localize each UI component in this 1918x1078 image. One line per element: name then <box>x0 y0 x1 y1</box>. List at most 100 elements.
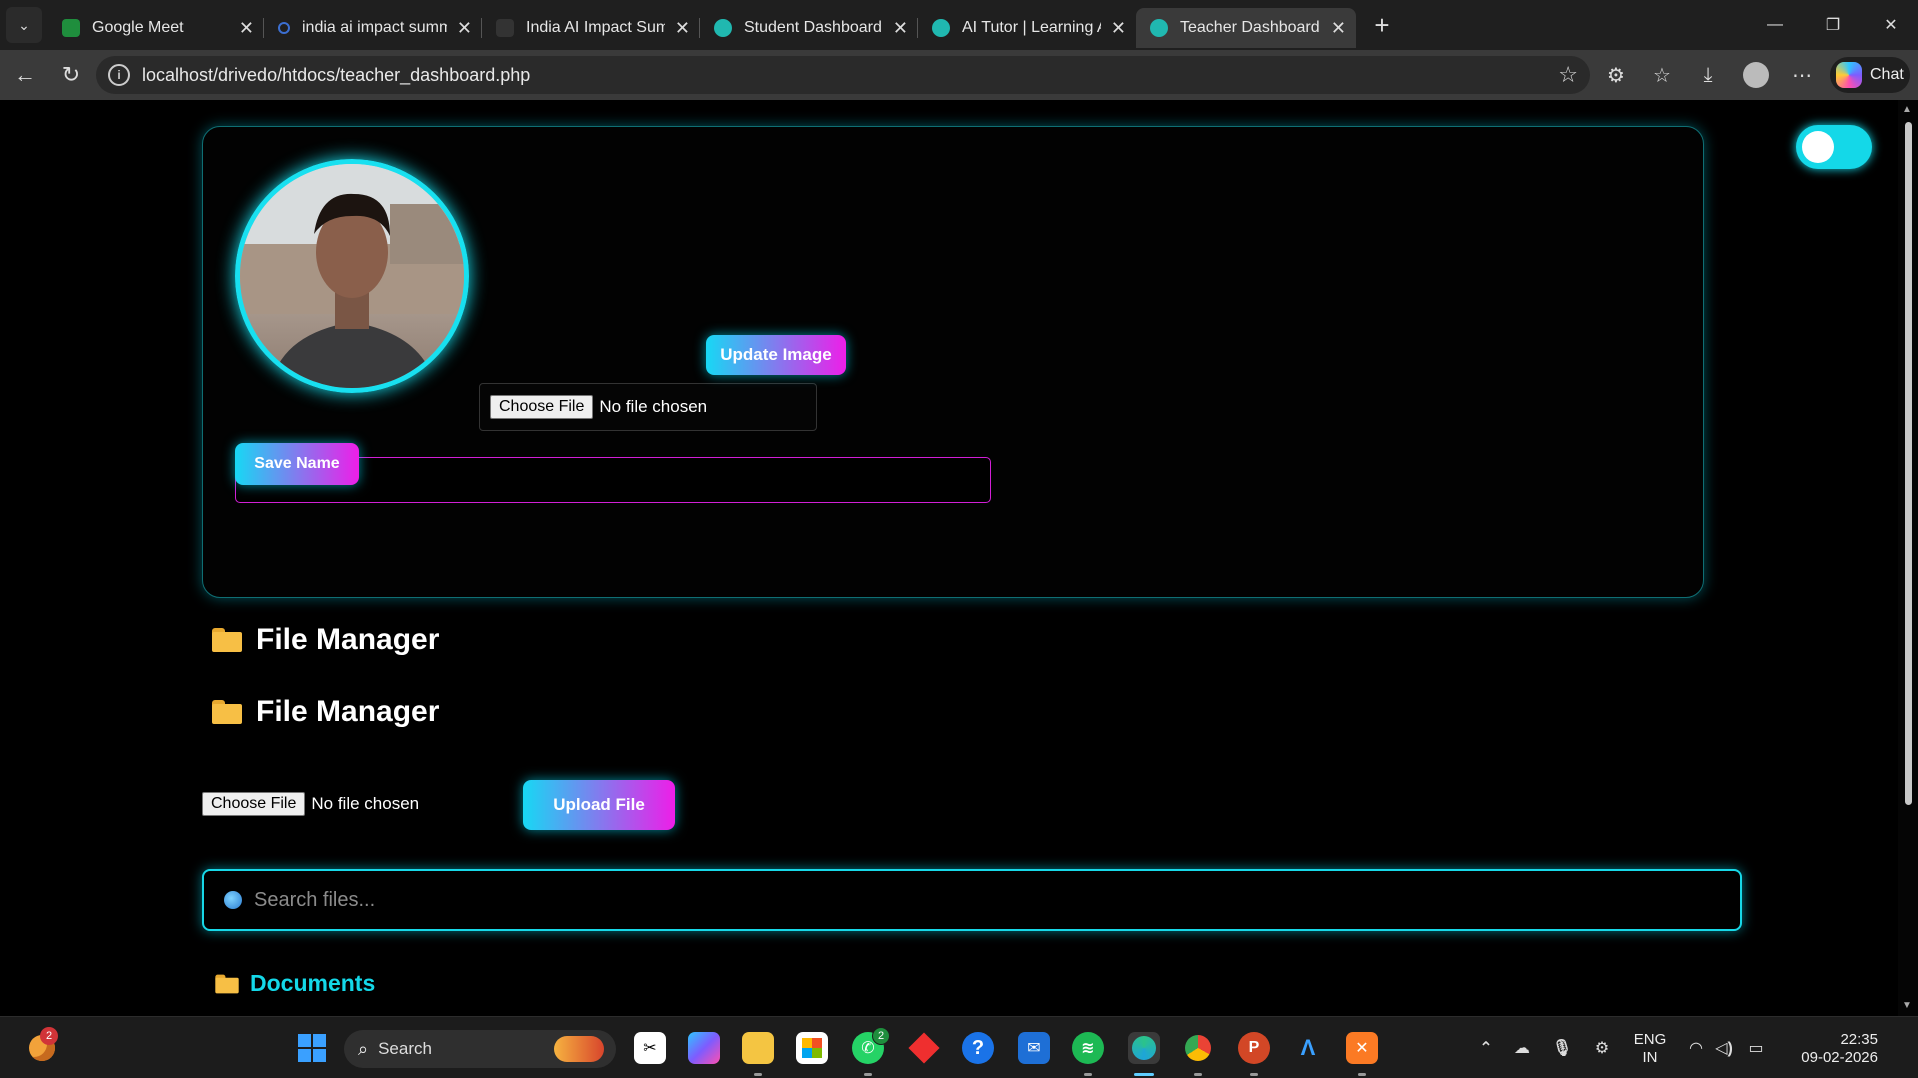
choose-file-button[interactable]: Choose File <box>490 395 594 419</box>
site-favicon-icon <box>496 19 514 37</box>
minimize-window-icon[interactable]: — <box>1746 0 1804 50</box>
anydesk-icon[interactable] <box>908 1032 940 1064</box>
site-info-icon[interactable]: i <box>108 64 130 86</box>
upload-file-button[interactable]: Upload File <box>523 780 675 830</box>
microphone-icon[interactable]: 🎙 <box>1546 1032 1578 1064</box>
tab-google-meet[interactable]: Google Meet ✕ <box>48 8 264 48</box>
tab-title: Google Meet <box>92 19 184 36</box>
search-icon <box>224 891 242 909</box>
copilot-app-icon[interactable] <box>688 1032 720 1064</box>
close-tab-icon[interactable]: ✕ <box>457 18 472 39</box>
profile-card: Choose File No file chosen Update Image … <box>202 126 1704 598</box>
url-text: localhost/drivedo/htdocs/teacher_dashboa… <box>142 64 531 85</box>
help-icon[interactable]: ? <box>962 1032 994 1064</box>
close-tab-icon[interactable]: ✕ <box>893 18 908 39</box>
upload-file-input[interactable]: Choose File No file chosen <box>202 792 419 816</box>
update-image-button[interactable]: Update Image <box>706 335 846 375</box>
close-tab-icon[interactable]: ✕ <box>239 18 254 39</box>
close-tab-icon[interactable]: ✕ <box>1331 18 1346 39</box>
favorites-list-icon[interactable]: ☆ <box>1642 55 1682 95</box>
outlook-icon[interactable]: ✉ <box>1018 1032 1050 1064</box>
close-tab-icon[interactable]: ✕ <box>1111 18 1126 39</box>
folder-icon <box>215 974 239 993</box>
capcut-icon[interactable]: ✂ <box>634 1032 666 1064</box>
choose-file-button[interactable]: Choose File <box>202 792 306 816</box>
tab-teacher-dashboard[interactable]: Teacher Dashboard - Secure F ✕ <box>1136 8 1356 48</box>
profile-avatar-icon[interactable] <box>1736 55 1776 95</box>
chat-label: Chat <box>1870 66 1904 83</box>
save-name-button[interactable]: Save Name <box>235 443 359 485</box>
documents-label: Documents <box>250 970 376 996</box>
accessibility-icon[interactable]: ⚙ <box>1586 1032 1618 1064</box>
tab-title: AI Tutor | Learning Assistant <box>962 19 1101 36</box>
tab-title: Student Dashboard - Libraryw <box>744 19 883 36</box>
running-indicator <box>1194 1073 1202 1076</box>
tab-ai-tutor[interactable]: AI Tutor | Learning Assistant ✕ <box>918 8 1136 48</box>
volume-icon[interactable]: ◁) <box>1708 1032 1740 1064</box>
windows-start-icon[interactable] <box>296 1032 328 1064</box>
tab-india-ai-summit[interactable]: India AI Impact Summit 2026 ✕ <box>482 8 700 48</box>
copilot-chat-button[interactable]: Chat <box>1830 57 1910 93</box>
running-indicator <box>754 1073 762 1076</box>
edge-taskbar-icon[interactable] <box>1128 1032 1160 1064</box>
downloads-icon[interactable]: ⤓ <box>1688 55 1728 95</box>
more-menu-icon[interactable]: ⋯ <box>1782 55 1822 95</box>
folder-icon <box>212 700 242 724</box>
favorite-star-icon[interactable]: ☆ <box>1558 62 1578 88</box>
chrome-icon[interactable] <box>1182 1032 1214 1064</box>
toggle-knob <box>1802 131 1834 163</box>
browser-tab-bar: ⌄ Google Meet ✕ india ai impact summit 2… <box>0 0 1918 50</box>
documents-heading[interactable]: Documents <box>212 970 375 997</box>
weather-badge: 2 <box>40 1027 58 1045</box>
scrollbar-thumb[interactable] <box>1905 122 1912 805</box>
tab-title: Teacher Dashboard - Secure F <box>1180 19 1321 36</box>
clock-date: 09-02-2026 <box>1801 1049 1878 1066</box>
reload-icon[interactable]: ↻ <box>48 55 94 95</box>
powerpoint-icon[interactable]: P <box>1238 1032 1270 1064</box>
windows-taskbar: 2 ⌕ Search ✂ ✆ 2 ? ✉ ≋ P Λ ✕ ⌃ ☁ 🎙 ⚙ ENG… <box>0 1016 1918 1078</box>
language-indicator[interactable]: ENG IN <box>1630 1031 1670 1067</box>
copilot-icon <box>1836 62 1862 88</box>
taskbar-search[interactable]: ⌕ Search <box>344 1030 616 1068</box>
address-bar[interactable]: i localhost/drivedo/htdocs/teacher_dashb… <box>96 56 1590 94</box>
search-files-input[interactable]: Search files... <box>202 869 1742 931</box>
page-scrollbar[interactable]: ▲ ▼ <box>1898 100 1918 1016</box>
profile-image-file-input[interactable]: Choose File No file chosen <box>479 383 817 431</box>
xampp-icon[interactable]: ✕ <box>1346 1032 1378 1064</box>
close-window-icon[interactable]: ✕ <box>1862 0 1918 50</box>
heading-text: File Manager <box>256 695 440 728</box>
battery-icon[interactable]: ▭ <box>1740 1032 1772 1064</box>
new-tab-plus-icon[interactable]: + <box>1362 10 1402 41</box>
arc-app-icon[interactable]: Λ <box>1292 1032 1324 1064</box>
running-indicator <box>864 1073 872 1076</box>
profile-photo <box>240 164 464 388</box>
file-manager-heading-secondary: File Manager <box>212 695 439 729</box>
scroll-down-arrow-icon[interactable]: ▼ <box>1902 1000 1912 1011</box>
tab-search-india-ai[interactable]: india ai impact summit 2026 ✕ <box>264 8 482 48</box>
no-file-chosen-text: No file chosen <box>311 794 420 813</box>
edge-favicon-icon <box>714 19 732 37</box>
scroll-up-arrow-icon[interactable]: ▲ <box>1902 104 1912 115</box>
edge-favicon-icon <box>932 19 950 37</box>
extensions-puzzle-icon[interactable]: ⚙ <box>1596 55 1636 95</box>
file-explorer-icon[interactable] <box>742 1032 774 1064</box>
whatsapp-badge: 2 <box>872 1027 890 1045</box>
show-hidden-icons-chevron-icon[interactable]: ⌃ <box>1470 1032 1502 1064</box>
spotify-icon[interactable]: ≋ <box>1072 1032 1104 1064</box>
theme-toggle-switch[interactable] <box>1796 125 1872 169</box>
clock[interactable]: 22:35 09-02-2026 <box>1778 1031 1878 1067</box>
region-code: IN <box>1642 1049 1658 1066</box>
search-magnifier-icon: ⌕ <box>358 1038 369 1059</box>
running-indicator <box>1250 1073 1258 1076</box>
tab-actions-menu-icon[interactable]: ⌄ <box>6 7 42 43</box>
close-tab-icon[interactable]: ✕ <box>675 18 690 39</box>
page-viewport: Choose File No file chosen Update Image … <box>6 100 1898 1016</box>
language-code: ENG <box>1633 1031 1667 1048</box>
restore-window-icon[interactable]: ❐ <box>1804 0 1862 50</box>
back-arrow-icon[interactable]: ← <box>2 55 48 95</box>
search-favicon-icon <box>278 22 290 34</box>
tab-student-dashboard[interactable]: Student Dashboard - Libraryw ✕ <box>700 8 918 48</box>
onedrive-cloud-icon[interactable]: ☁ <box>1506 1032 1538 1064</box>
microsoft-store-icon[interactable] <box>796 1032 828 1064</box>
google-meet-favicon-icon <box>62 19 80 37</box>
